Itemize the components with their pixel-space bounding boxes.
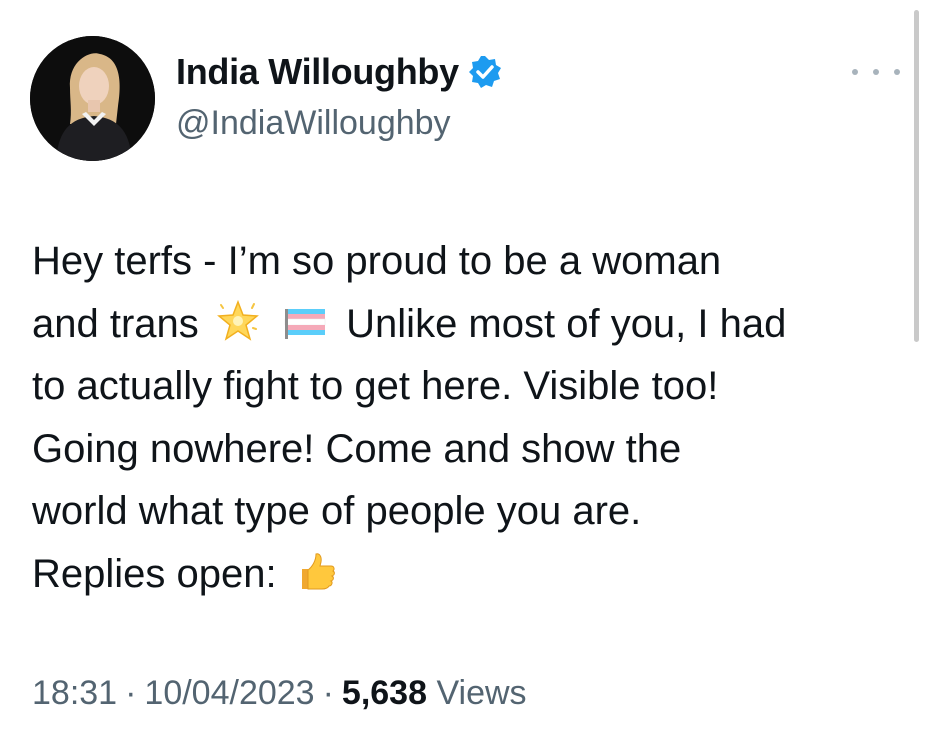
avatar[interactable] <box>30 36 155 161</box>
thumbs-up-emoji-icon <box>301 552 335 589</box>
views-label: Views <box>436 674 527 712</box>
tweet-meta: 18:31 · 10/04/2023 · 5,638 Views <box>32 674 527 713</box>
author-handle[interactable]: @IndiaWilloughby <box>176 104 451 143</box>
tweet-line-text: Unlike most of you, I had <box>346 301 787 346</box>
separator: · <box>125 674 137 712</box>
separator: · <box>322 674 334 712</box>
more-options-icon[interactable] <box>852 60 900 84</box>
author-display-name[interactable]: India Willoughby <box>176 51 459 93</box>
author-name-row: India Willoughby <box>176 50 503 94</box>
verified-badge-icon <box>468 56 501 88</box>
tweet-time[interactable]: 18:31 <box>32 674 117 712</box>
transgender-flag-emoji-icon <box>284 308 326 339</box>
tweet-date[interactable]: 10/04/2023 <box>144 674 314 712</box>
tweet-line: Going nowhere! Come and show the <box>32 426 682 471</box>
glowing-star-emoji-icon <box>216 299 259 341</box>
views-count[interactable]: 5,638 <box>342 674 427 712</box>
tweet-line: Replies open: <box>32 543 902 606</box>
tweet-line: to actually fight to get here. Visible t… <box>32 364 719 408</box>
scrollbar[interactable] <box>914 10 919 342</box>
tweet-line-text: and trans <box>32 301 199 346</box>
tweet-line: and trans Unlike most of you, I had <box>32 293 902 356</box>
tweet-card: India Willoughby @IndiaWilloughby Hey te… <box>0 0 930 739</box>
tweet-line-text: Replies open: <box>32 551 277 596</box>
tweet-text: Hey terfs - I’m so proud to be a woman a… <box>32 230 902 605</box>
tweet-line: Hey terfs - I’m so proud to be a woman <box>32 239 722 283</box>
tweet-line: world what type of people you are. <box>32 489 642 533</box>
